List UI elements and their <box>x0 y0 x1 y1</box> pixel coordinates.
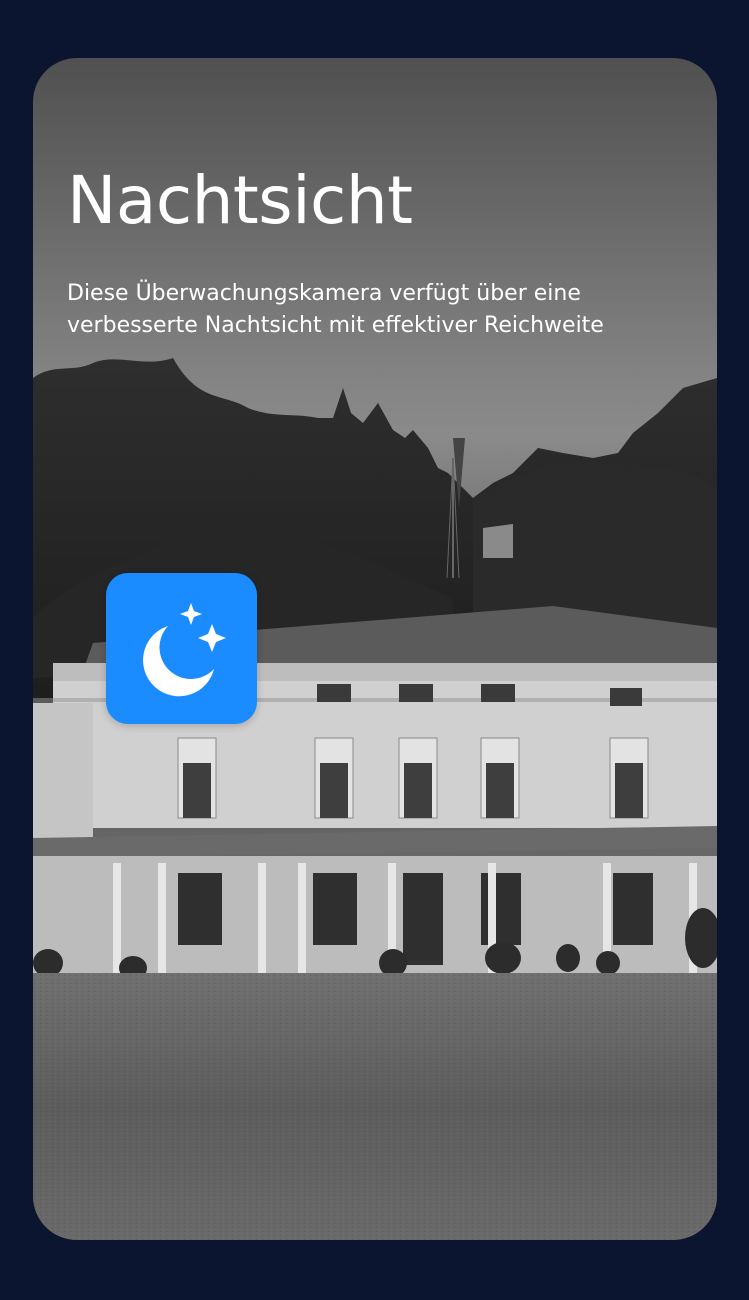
moon-stars-icon <box>143 603 226 697</box>
page-title: Nachtsicht <box>67 162 413 239</box>
feature-card: Nachtsicht Diese Überwachungskamera verf… <box>33 58 717 1240</box>
feature-description: Diese Überwachungskamera verfügt über ei… <box>67 281 604 338</box>
night-vision-badge <box>106 573 257 724</box>
